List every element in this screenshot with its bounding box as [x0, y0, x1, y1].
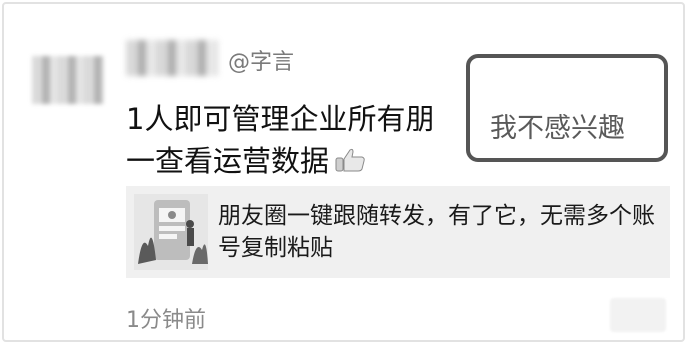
- feed-post-card: @字言 1人即可管理企业所有朋 一查看运营数据 我不感兴趣 朋友圈一键跟随转发，…: [2, 2, 685, 342]
- link-card-title: 朋友圈一键跟随转发，有了它，无需多个账号复制粘贴: [218, 203, 655, 261]
- thumbs-up-emoji-icon: [335, 148, 365, 172]
- post-text-line-2: 一查看运营数据: [126, 144, 330, 178]
- post-timestamp: 1分钟前: [126, 308, 206, 333]
- post-text: 1人即可管理企业所有朋 一查看运营数据: [126, 98, 471, 182]
- account-handle: @字言: [228, 50, 295, 75]
- handle-fade-overlay: [304, 48, 358, 74]
- avatar-blurred[interactable]: [32, 56, 104, 104]
- shared-link-card[interactable]: 朋友圈一键跟随转发，有了它，无需多个账号复制粘贴: [126, 186, 670, 278]
- comment-actions-button[interactable]: [610, 298, 666, 332]
- link-thumbnail-image: [134, 194, 208, 270]
- post-options-dropdown: 我不感兴趣: [466, 54, 668, 162]
- post-text-line-1: 1人即可管理企业所有朋: [126, 102, 435, 136]
- post-text-line-2-wrap: 一查看运营数据: [126, 140, 471, 182]
- link-thumbnail-illustration: [138, 200, 208, 264]
- not-interested-menu-item[interactable]: 我不感兴趣: [490, 106, 625, 145]
- username-blurred[interactable]: [126, 40, 218, 76]
